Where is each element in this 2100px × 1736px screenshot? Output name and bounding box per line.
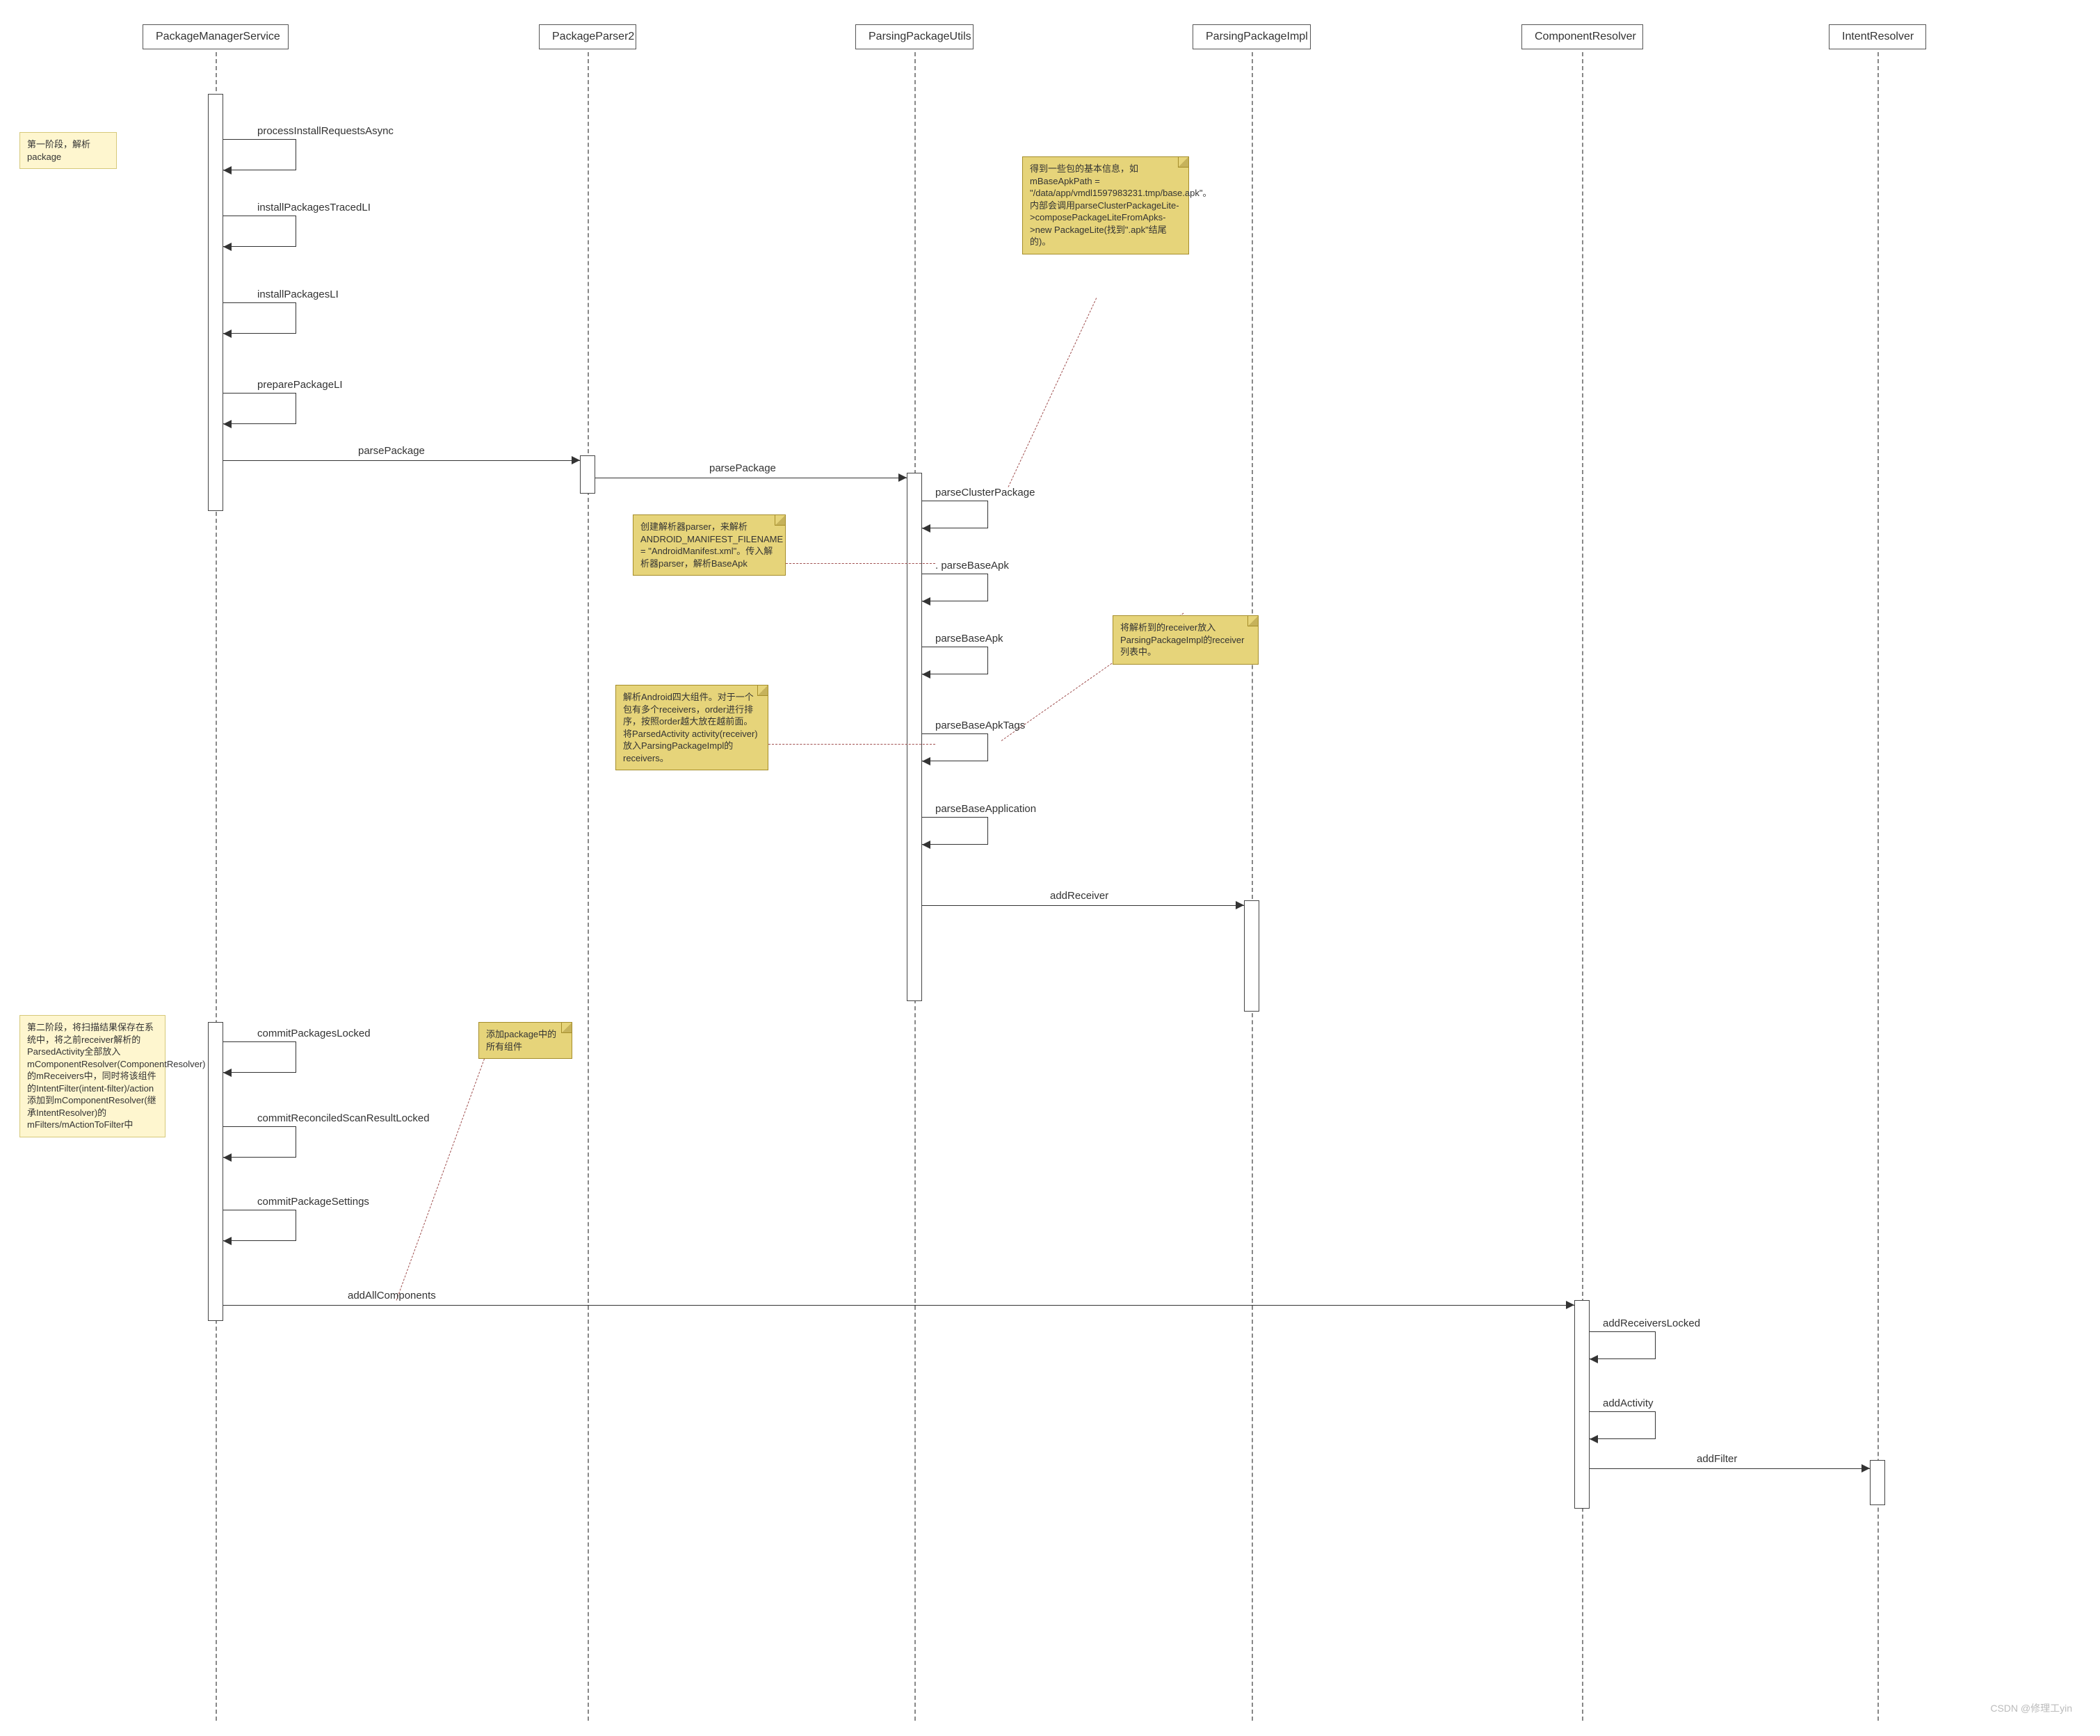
msg-commitreconciled: commitReconciledScanResultLocked bbox=[257, 1112, 430, 1124]
note-addall: 添加package中的所有组件 bbox=[478, 1022, 572, 1059]
note-receiver: 将解析到的receiver放入ParsingPackageImpl的receiv… bbox=[1113, 615, 1259, 665]
participant-packagemanagerservice: PackageManagerService bbox=[143, 24, 289, 49]
line-m12 bbox=[922, 905, 1244, 906]
msg-parsebaseapk1: . parseBaseApk bbox=[935, 560, 1009, 571]
loop-m15 bbox=[223, 1210, 296, 1241]
loop-m2 bbox=[223, 216, 296, 247]
msg-parsebaseapplication: parseBaseApplication bbox=[935, 803, 1036, 815]
msg-parsepackage1: parsePackage bbox=[358, 445, 425, 457]
arrow-m19 bbox=[1861, 1464, 1870, 1473]
loop-m17 bbox=[1590, 1331, 1656, 1359]
line-m19 bbox=[1590, 1468, 1870, 1469]
msg-parseclusterpackage: parseClusterPackage bbox=[935, 487, 1035, 498]
loop-m1 bbox=[223, 139, 296, 170]
participant-packageparser2: PackageParser2 bbox=[539, 24, 636, 49]
arrow-m4 bbox=[223, 420, 232, 428]
loop-m14 bbox=[223, 1126, 296, 1158]
arrow-m8 bbox=[922, 597, 930, 606]
connector-parser bbox=[786, 563, 935, 564]
msg-commitsettings: commitPackageSettings bbox=[257, 1196, 369, 1208]
arrow-m5 bbox=[572, 456, 580, 464]
msg-addallcomponents: addAllComponents bbox=[348, 1290, 436, 1301]
connector-addall bbox=[396, 1055, 486, 1301]
arrow-m9 bbox=[922, 670, 930, 679]
participant-parsingpackageutils: ParsingPackageUtils bbox=[855, 24, 974, 49]
loop-m13 bbox=[223, 1041, 296, 1073]
loop-m8 bbox=[922, 574, 988, 601]
msg-addactivity: addActivity bbox=[1603, 1397, 1654, 1409]
msg-addreceiver: addReceiver bbox=[1050, 890, 1108, 902]
connector-cluster bbox=[1008, 298, 1097, 487]
activation-ppi bbox=[1244, 900, 1259, 1012]
loop-m10 bbox=[922, 733, 988, 761]
msg-parsepackage2: parsePackage bbox=[709, 462, 776, 474]
msg-processinstallrequests: processInstallRequestsAsync bbox=[257, 125, 394, 137]
msg-commitpackageslocked: commitPackagesLocked bbox=[257, 1028, 371, 1039]
arrow-m6 bbox=[898, 473, 907, 482]
participant-parsingpackageimpl: ParsingPackageImpl bbox=[1193, 24, 1311, 49]
msg-parsebaseapk2: parseBaseApk bbox=[935, 633, 1003, 644]
loop-m9 bbox=[922, 647, 988, 674]
arrow-m16 bbox=[1566, 1301, 1574, 1309]
arrow-m14 bbox=[223, 1153, 232, 1162]
line-m16 bbox=[223, 1305, 1574, 1306]
lifeline-pp2 bbox=[588, 52, 589, 1721]
arrow-m15 bbox=[223, 1237, 232, 1245]
msg-installpackagesli: installPackagesLI bbox=[257, 289, 339, 300]
arrow-m17 bbox=[1590, 1355, 1598, 1363]
participant-componentresolver: ComponentResolver bbox=[1521, 24, 1643, 49]
watermark: CSDN @修理工yin bbox=[1990, 1701, 2072, 1715]
activation-ppu bbox=[907, 473, 922, 1001]
loop-m7 bbox=[922, 501, 988, 528]
activation-pms-1 bbox=[208, 94, 223, 511]
msg-addreceiverslocked: addReceiversLocked bbox=[1603, 1317, 1700, 1329]
arrow-m13 bbox=[223, 1069, 232, 1077]
note-tags: 解析Android四大组件。对于一个包有多个receivers，order进行排… bbox=[615, 685, 768, 770]
loop-m18 bbox=[1590, 1411, 1656, 1439]
arrow-m1 bbox=[223, 166, 232, 175]
activation-cr bbox=[1574, 1300, 1590, 1509]
activation-pms-2 bbox=[208, 1022, 223, 1321]
note-cluster: 得到一些包的基本信息，如mBaseApkPath = "/data/app/vm… bbox=[1022, 156, 1189, 254]
arrow-m10 bbox=[922, 757, 930, 765]
arrow-m12 bbox=[1236, 901, 1244, 909]
activation-ir bbox=[1870, 1460, 1885, 1505]
lifeline-ppi bbox=[1252, 52, 1253, 1721]
arrow-m3 bbox=[223, 330, 232, 338]
arrow-m2 bbox=[223, 243, 232, 251]
arrow-m18 bbox=[1590, 1435, 1598, 1443]
participant-intentresolver: IntentResolver bbox=[1829, 24, 1926, 49]
msg-installpackagestraced: installPackagesTracedLI bbox=[257, 202, 371, 213]
note-phase2: 第二阶段，将扫描结果保存在系统中，将之前receiver解析的ParsedAct… bbox=[19, 1015, 165, 1137]
msg-addfilter: addFilter bbox=[1697, 1453, 1737, 1465]
arrow-m7 bbox=[922, 524, 930, 533]
connector-tags bbox=[768, 744, 935, 745]
note-parser: 创建解析器parser，来解析ANDROID_MANIFEST_FILENAME… bbox=[633, 514, 786, 576]
line-m5 bbox=[223, 460, 580, 461]
msg-parsebaseapktags: parseBaseApkTags bbox=[935, 720, 1025, 731]
arrow-m11 bbox=[922, 841, 930, 849]
loop-m11 bbox=[922, 817, 988, 845]
note-phase1: 第一阶段，解析package bbox=[19, 132, 117, 169]
loop-m4 bbox=[223, 393, 296, 424]
loop-m3 bbox=[223, 302, 296, 334]
activation-pp2 bbox=[580, 455, 595, 494]
msg-preparepackageli: preparePackageLI bbox=[257, 379, 343, 391]
